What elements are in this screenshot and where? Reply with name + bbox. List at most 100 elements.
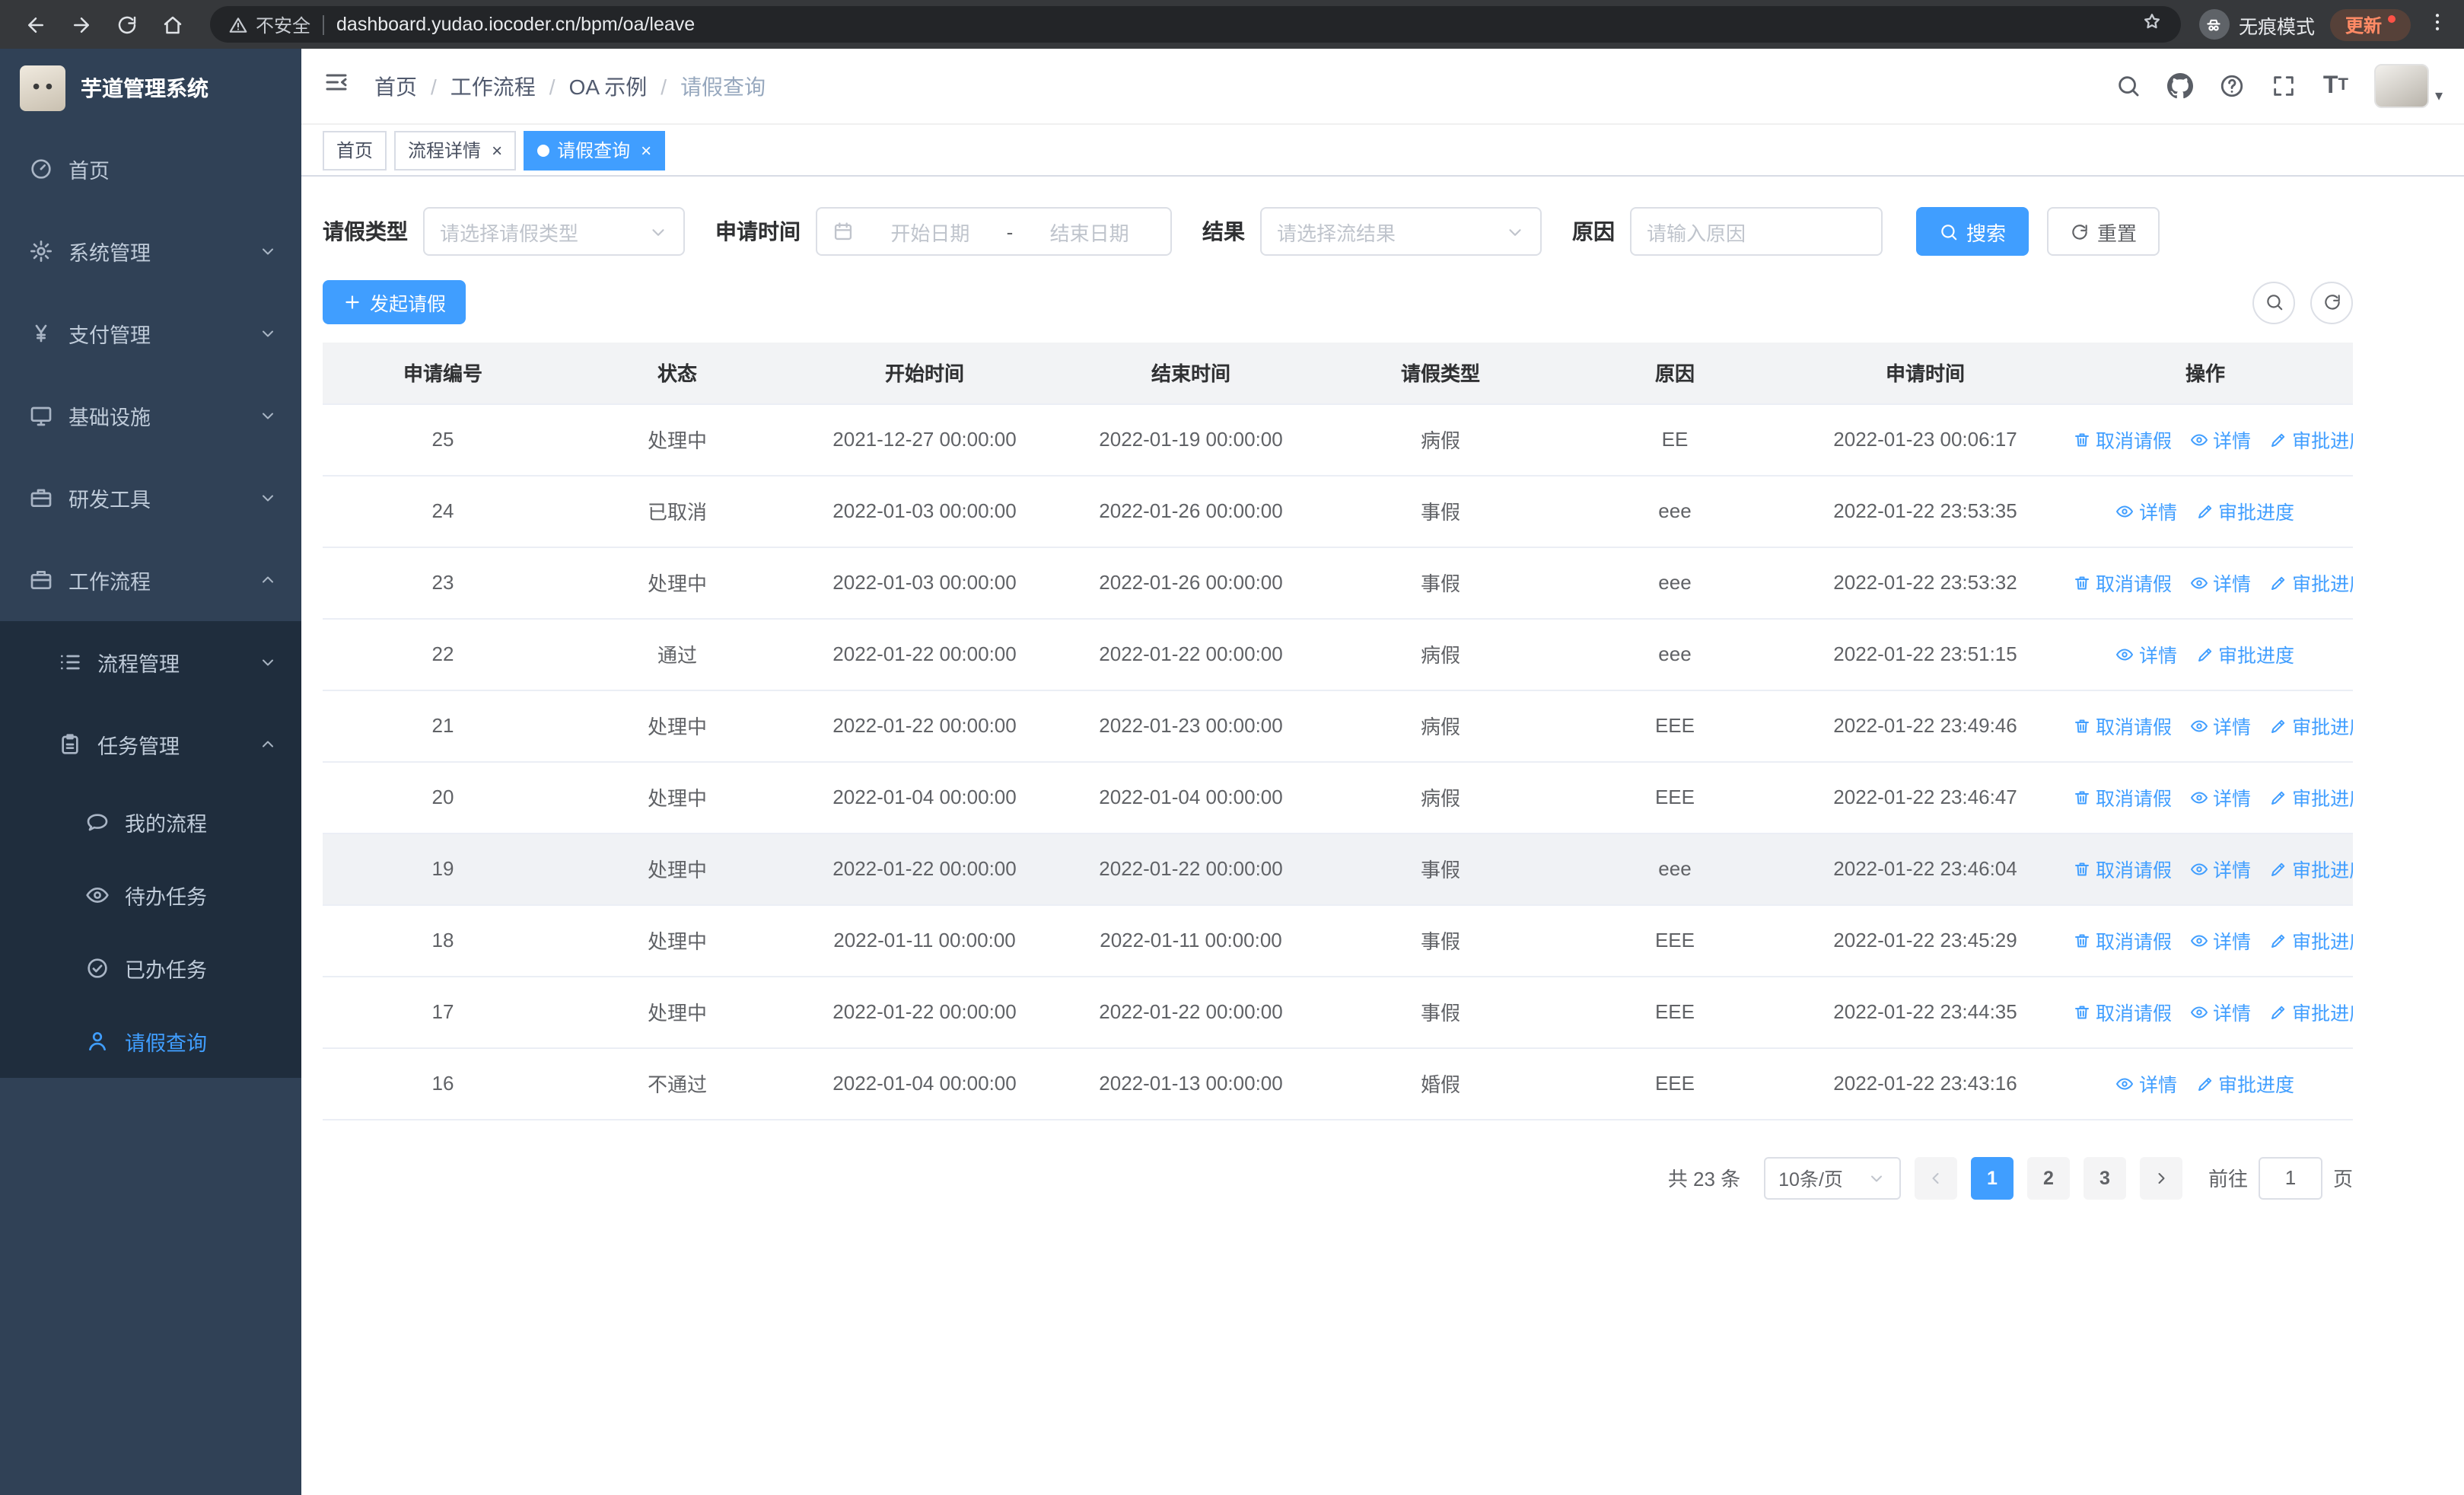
cancel-leave-link[interactable]: 取消请假 <box>2073 926 2172 955</box>
sidebar-item[interactable]: 流程管理 <box>0 621 301 703</box>
close-tab-icon[interactable]: × <box>492 141 502 159</box>
reason-placeholder: 请输入原因 <box>1647 222 1746 244</box>
github-button[interactable] <box>2167 73 2194 99</box>
progress-link[interactable]: 审批进度 <box>2269 711 2353 740</box>
sidebar-item[interactable]: 支付管理 <box>0 292 301 375</box>
font-size-button[interactable]: TT <box>2323 73 2348 98</box>
chevron-down-icon <box>259 406 277 425</box>
reset-button[interactable]: 重置 <box>2047 207 2160 256</box>
cancel-leave-link[interactable]: 取消请假 <box>2073 854 2172 883</box>
collapse-sidebar-button[interactable] <box>323 69 350 104</box>
breadcrumb-item[interactable]: OA 示例 <box>569 71 648 101</box>
cancel-leave-link[interactable]: 取消请假 <box>2073 425 2172 454</box>
detail-link[interactable]: 详情 <box>2190 926 2251 955</box>
page-button[interactable]: 2 <box>2026 1156 2070 1199</box>
detail-link[interactable]: 详情 <box>2116 1069 2177 1098</box>
chrome-menu-button[interactable] <box>2426 11 2449 38</box>
eye-icon <box>2190 716 2208 735</box>
table-row: 17 处理中 2022-01-22 00:00:00 2022-01-22 00:00… <box>323 976 2353 1048</box>
progress-link[interactable]: 审批进度 <box>2195 1069 2294 1098</box>
user-avatar-menu[interactable]: ▾ <box>2373 64 2443 108</box>
date-range-picker[interactable]: 开始日期 - 结束日期 <box>816 207 1172 256</box>
detail-link[interactable]: 详情 <box>2116 639 2177 668</box>
incognito-badge: 无痕模式 <box>2198 9 2315 40</box>
progress-link[interactable]: 审批进度 <box>2195 639 2294 668</box>
reason-input[interactable]: 请输入原因 <box>1630 207 1883 256</box>
progress-link[interactable]: 审批进度 <box>2195 496 2294 525</box>
create-leave-button[interactable]: 发起请假 <box>323 280 466 324</box>
eye-icon <box>2116 1074 2135 1092</box>
tab[interactable]: 请假查询 × <box>524 130 666 170</box>
refresh-table-button[interactable] <box>2310 281 2353 324</box>
progress-link[interactable]: 审批进度 <box>2269 568 2353 597</box>
leave-type-select[interactable]: 请选择请假类型 <box>423 207 685 256</box>
sidebar-item[interactable]: 基础设施 <box>0 375 301 457</box>
progress-link[interactable]: 审批进度 <box>2269 425 2353 454</box>
address-divider <box>323 14 325 34</box>
cancel-leave-link[interactable]: 取消请假 <box>2073 568 2172 597</box>
home-icon <box>161 13 183 36</box>
sidebar-item[interactable]: 研发工具 <box>0 457 301 539</box>
sidebar-item[interactable]: 我的流程 <box>0 786 301 859</box>
prev-page-button[interactable] <box>1914 1156 1957 1199</box>
column-header: 原因 <box>1557 343 1793 404</box>
fullscreen-button[interactable] <box>2271 73 2297 99</box>
page-button[interactable]: 1 <box>1970 1156 2014 1199</box>
close-tab-icon[interactable]: × <box>641 141 651 159</box>
sidebar-item[interactable]: 系统管理 <box>0 210 301 292</box>
eye-icon <box>2116 645 2135 663</box>
reload-button[interactable] <box>107 5 146 44</box>
home-button[interactable] <box>152 5 192 44</box>
progress-link[interactable]: 审批进度 <box>2269 783 2353 811</box>
address-bar[interactable]: 不安全 dashboard.yudao.iocoder.cn/bpm/oa/le… <box>210 6 2181 43</box>
breadcrumb-item[interactable]: 请假查询 <box>680 71 766 101</box>
breadcrumb-item[interactable]: 首页 <box>374 71 417 101</box>
detail-link[interactable]: 详情 <box>2190 425 2251 454</box>
app-logo[interactable]: 芋道管理系统 <box>0 49 301 128</box>
filter-form: 请假类型 请选择请假类型 申请时间 开始日期 - 结束日期 结果 请选择流结果 … <box>323 207 2353 256</box>
table-toolbar: 发起请假 <box>323 280 2353 324</box>
forward-button[interactable] <box>61 5 100 44</box>
bookmark-star-icon[interactable] <box>2141 10 2163 39</box>
trash-icon <box>2073 1003 2091 1021</box>
page-size-select[interactable]: 10条/页 <box>1763 1156 1901 1199</box>
header-search-button[interactable] <box>2116 73 2142 99</box>
search-button[interactable]: 搜索 <box>1916 207 2029 256</box>
sidebar-item[interactable]: 已办任务 <box>0 932 301 1005</box>
detail-link[interactable]: 详情 <box>2190 997 2251 1026</box>
page-button[interactable]: 3 <box>2083 1156 2126 1199</box>
detail-link[interactable]: 详情 <box>2190 568 2251 597</box>
edit-icon <box>2195 502 2214 520</box>
next-page-button[interactable] <box>2139 1156 2182 1199</box>
detail-link[interactable]: 详情 <box>2190 711 2251 740</box>
breadcrumb-item[interactable]: 工作流程 <box>450 71 536 101</box>
update-button[interactable]: 更新 <box>2329 8 2411 40</box>
sidebar-item[interactable]: 请假查询 <box>0 1005 301 1078</box>
cancel-leave-link[interactable]: 取消请假 <box>2073 711 2172 740</box>
result-select[interactable]: 请选择流结果 <box>1260 207 1542 256</box>
leave-type-label: 请假类型 <box>323 219 408 244</box>
cancel-leave-link[interactable]: 取消请假 <box>2073 997 2172 1026</box>
sidebar-item[interactable]: 首页 <box>0 128 301 210</box>
toggle-search-button[interactable] <box>2252 281 2295 324</box>
chat-icon <box>85 810 110 834</box>
sidebar-item[interactable]: 任务管理 <box>0 703 301 786</box>
back-button[interactable] <box>15 5 55 44</box>
cancel-leave-link[interactable]: 取消请假 <box>2073 783 2172 811</box>
goto-page-input[interactable] <box>2258 1156 2322 1199</box>
detail-link[interactable]: 详情 <box>2190 783 2251 811</box>
security-warning[interactable]: 不安全 <box>228 11 310 37</box>
tab[interactable]: 流程详情 × <box>394 130 517 170</box>
detail-link[interactable]: 详情 <box>2116 496 2177 525</box>
eye-icon <box>2190 788 2208 806</box>
progress-link[interactable]: 审批进度 <box>2269 926 2353 955</box>
progress-link[interactable]: 审批进度 <box>2269 997 2353 1026</box>
progress-link[interactable]: 审批进度 <box>2269 854 2353 883</box>
sidebar-item[interactable]: 待办任务 <box>0 859 301 932</box>
tab[interactable]: 首页 <box>323 130 387 170</box>
security-warning-label: 不安全 <box>256 14 311 36</box>
sidebar-item[interactable]: 工作流程 <box>0 539 301 621</box>
detail-link[interactable]: 详情 <box>2190 854 2251 883</box>
help-button[interactable] <box>2220 73 2246 99</box>
edit-icon <box>2269 931 2287 949</box>
